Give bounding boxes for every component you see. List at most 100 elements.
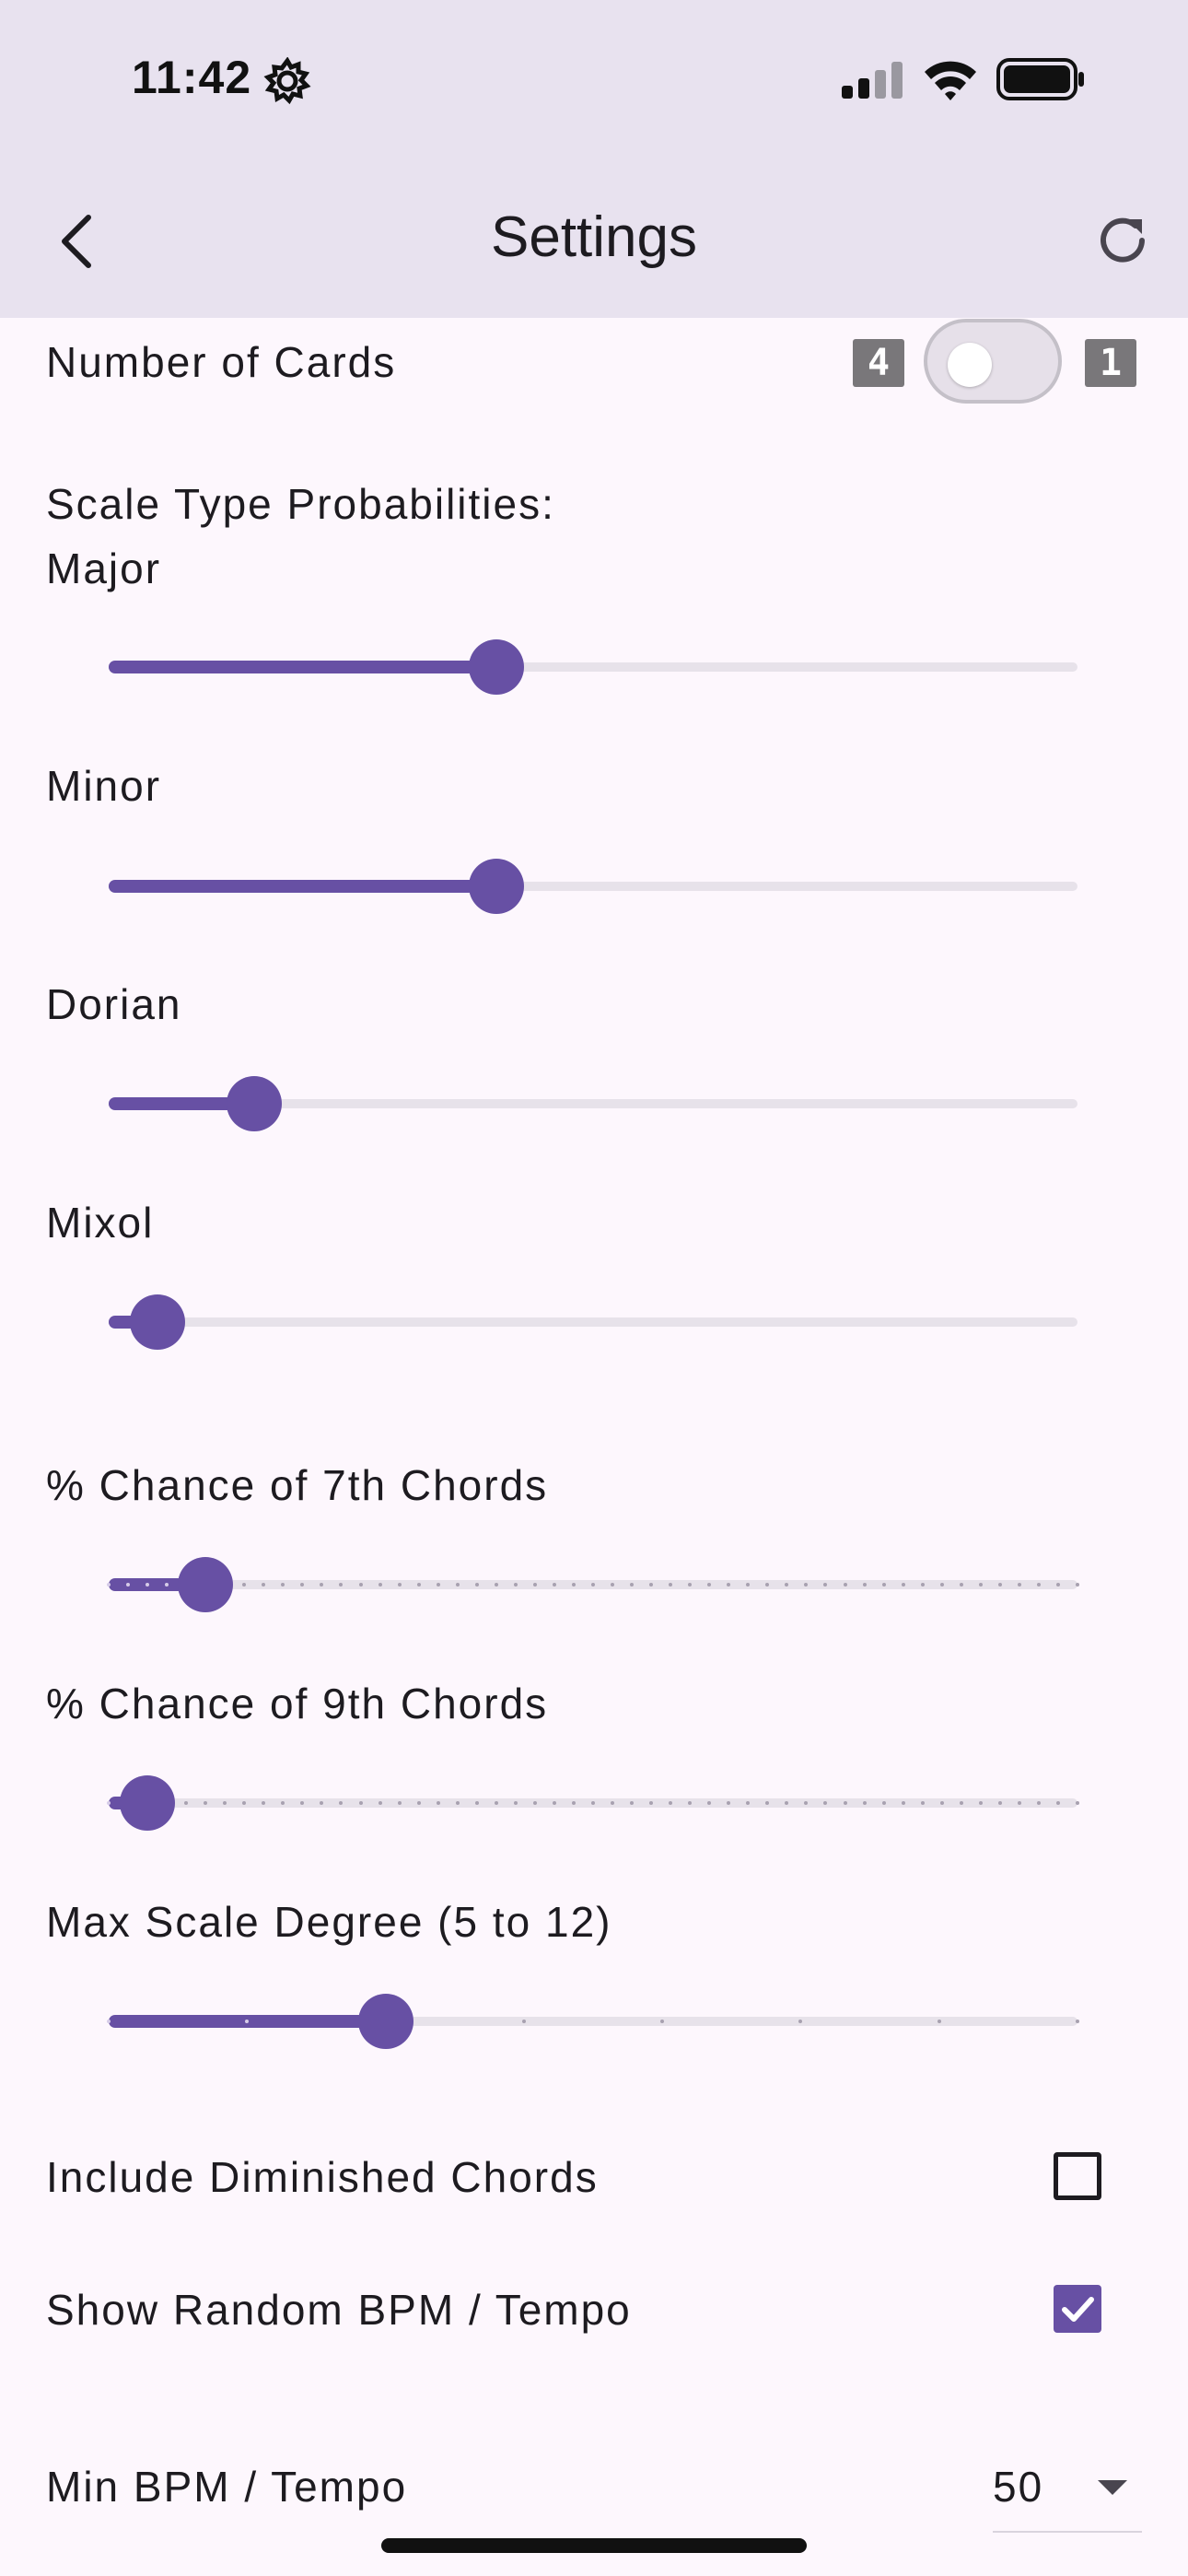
- cards-four-badge: 4: [853, 339, 904, 387]
- slider-tick: [978, 1801, 983, 1805]
- number-of-cards-switch[interactable]: [924, 319, 1062, 404]
- slider-tick: [901, 1801, 905, 1805]
- slider-tick: [436, 1583, 440, 1587]
- dropdown-underline: [993, 2531, 1142, 2533]
- min-bpm-value: 50: [993, 2463, 1044, 2511]
- slider-tick: [397, 1583, 402, 1587]
- slider-tick: [474, 1801, 479, 1805]
- slider-tick: [107, 1583, 111, 1587]
- slider-tick: [416, 1583, 421, 1587]
- refresh-button[interactable]: [1090, 208, 1155, 273]
- scale-probabilities-heading: Scale Type Probabilities:: [46, 480, 555, 528]
- slider-tick: [920, 1583, 925, 1587]
- slider-tick: [1055, 1583, 1060, 1587]
- show-random-bpm-checkbox[interactable]: [1054, 2285, 1101, 2333]
- include-diminished-checkbox[interactable]: [1054, 2152, 1101, 2200]
- slider-tick: [611, 1801, 615, 1805]
- slider-tick: [920, 1801, 925, 1805]
- minor-slider[interactable]: [109, 859, 1077, 914]
- cards-one-badge: 1: [1085, 339, 1136, 387]
- top-app-bar: 11:42 Settings: [0, 0, 1188, 318]
- major-slider[interactable]: [109, 639, 1077, 695]
- slider-tick: [358, 1801, 363, 1805]
- min-bpm-label: Min BPM / Tempo: [46, 2463, 408, 2511]
- wifi-icon: [925, 61, 976, 100]
- dorian-label: Dorian: [46, 980, 182, 1028]
- slider-tick: [455, 1801, 460, 1805]
- slider-tick: [1076, 1583, 1079, 1587]
- slider-thumb[interactable]: [357, 1994, 413, 2049]
- slider-tick: [532, 1583, 537, 1587]
- slider-track: [109, 1317, 1077, 1327]
- slider-tick: [1036, 1583, 1041, 1587]
- slider-tick: [107, 1801, 111, 1805]
- slider-tick: [494, 1801, 498, 1805]
- dropdown-arrow-icon: [1098, 2480, 1127, 2495]
- slider-tick: [552, 1801, 556, 1805]
- page-title: Settings: [490, 205, 698, 269]
- dorian-slider[interactable]: [109, 1076, 1077, 1131]
- slider-tick: [474, 1583, 479, 1587]
- slider-tick: [1017, 1583, 1021, 1587]
- slider-tick: [1055, 1801, 1060, 1805]
- slider-tick: [532, 1801, 537, 1805]
- slider-tick: [997, 1583, 1002, 1587]
- slider-tick: [959, 1583, 963, 1587]
- slider-tick: [997, 1801, 1002, 1805]
- show-random-bpm-label: Show Random BPM / Tempo: [46, 2286, 632, 2334]
- ninth-chords-slider[interactable]: [107, 1775, 1079, 1831]
- min-bpm-dropdown[interactable]: 50: [993, 2451, 1142, 2533]
- seventh-chords-slider[interactable]: [107, 1557, 1079, 1612]
- slider-tick: [881, 1583, 886, 1587]
- slider-tick: [436, 1801, 440, 1805]
- slider-tick: [397, 1801, 402, 1805]
- slider-tick: [107, 2020, 111, 2023]
- slider-tick: [494, 1583, 498, 1587]
- slider-tick: [1017, 1801, 1021, 1805]
- slider-tick: [416, 1801, 421, 1805]
- slider-active-track: [109, 880, 496, 893]
- slider-tick: [591, 1583, 595, 1587]
- slider-thumb[interactable]: [468, 859, 524, 914]
- slider-tick: [862, 1801, 867, 1805]
- slider-tick: [513, 1583, 518, 1587]
- max-scale-degree-slider[interactable]: [107, 1994, 1079, 2049]
- mixol-slider[interactable]: [109, 1294, 1077, 1350]
- slider-tick: [611, 1583, 615, 1587]
- slider-thumb[interactable]: [120, 1775, 176, 1831]
- slider-tick: [939, 1583, 944, 1587]
- slider-tick: [939, 1801, 944, 1805]
- slider-active-track: [109, 661, 496, 673]
- slider-tick: [959, 1801, 963, 1805]
- switch-knob: [948, 343, 992, 387]
- slider-tick: [513, 1801, 518, 1805]
- slider-thumb[interactable]: [129, 1294, 185, 1350]
- major-label: Major: [46, 544, 162, 592]
- slider-tick: [937, 2020, 941, 2023]
- slider-tick: [591, 1801, 595, 1805]
- include-diminished-label: Include Diminished Chords: [46, 2153, 599, 2201]
- number-of-cards-label: Number of Cards: [46, 338, 397, 386]
- slider-tick: [862, 1583, 867, 1587]
- slider-tick: [1036, 1801, 1041, 1805]
- slider-tick: [1076, 2020, 1079, 2023]
- slider-tick: [881, 1801, 886, 1805]
- slider-tick: [901, 1583, 905, 1587]
- slider-tick: [521, 2020, 526, 2023]
- slider-tick: [378, 1583, 382, 1587]
- status-time: 11:42: [132, 52, 252, 103]
- max-scale-degree-label: Max Scale Degree (5 to 12): [46, 1898, 612, 1946]
- slider-tick: [843, 1801, 847, 1805]
- slider-tick: [571, 1801, 576, 1805]
- seventh-chords-label: % Chance of 7th Chords: [46, 1461, 549, 1509]
- minor-label: Minor: [46, 762, 162, 810]
- slider-tick: [571, 1583, 576, 1587]
- slider-thumb[interactable]: [178, 1557, 234, 1612]
- home-indicator: [381, 2538, 807, 2553]
- slider-tick: [378, 1801, 382, 1805]
- cellular-signal-icon: [842, 62, 903, 99]
- slider-tick: [1076, 1801, 1079, 1805]
- slider-thumb[interactable]: [468, 639, 524, 695]
- slider-tick: [978, 1583, 983, 1587]
- slider-thumb[interactable]: [226, 1076, 282, 1131]
